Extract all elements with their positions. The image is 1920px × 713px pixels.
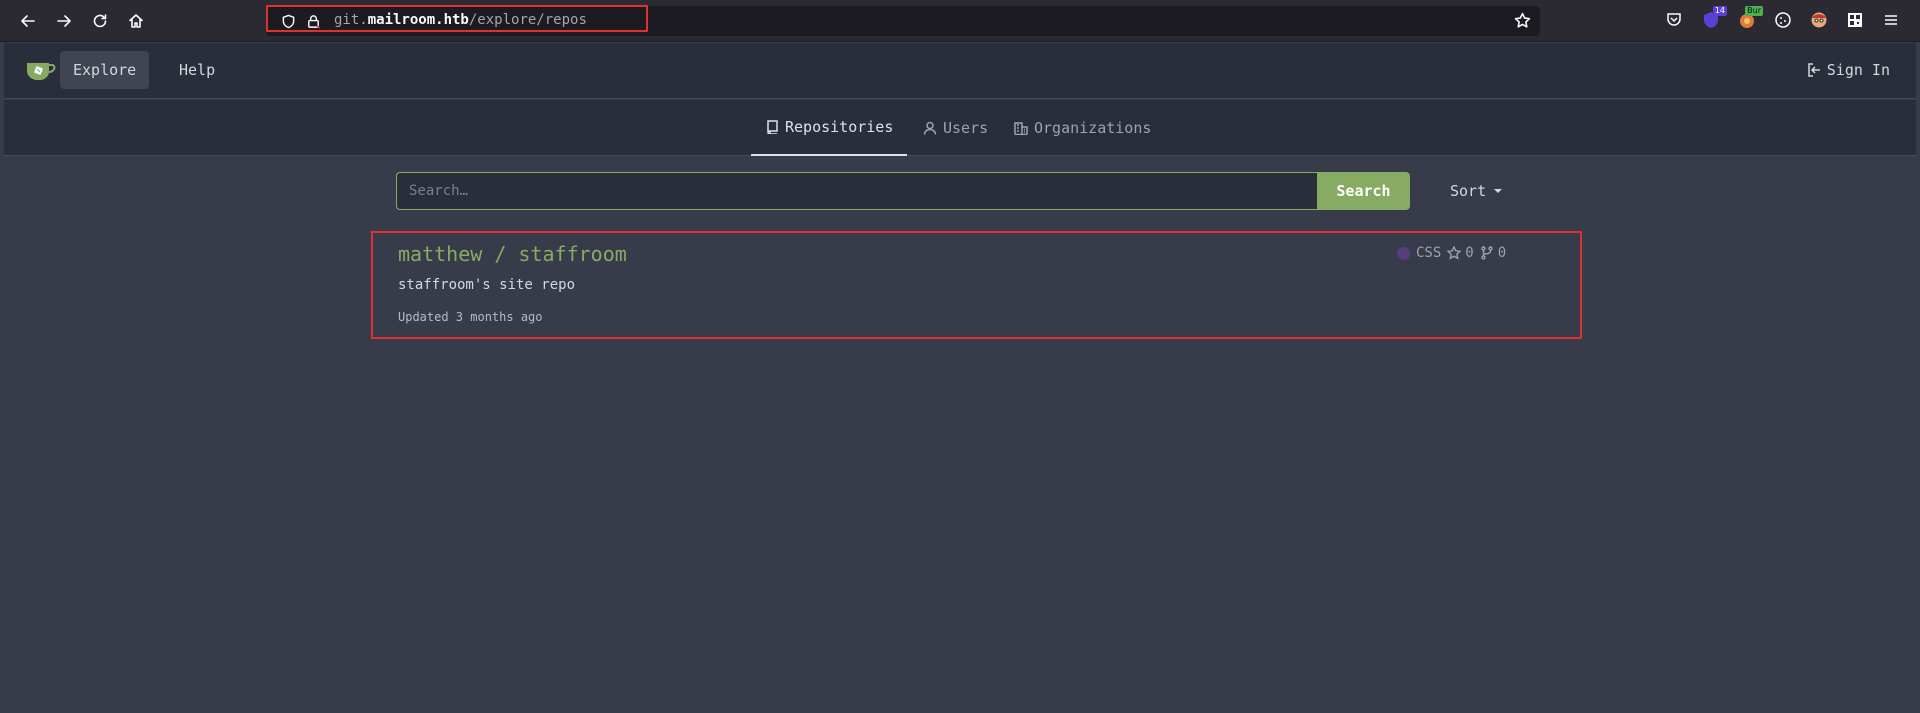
sign-in-icon xyxy=(1808,63,1820,77)
repo-search-form: Search xyxy=(396,172,1410,210)
cookie-icon[interactable] xyxy=(1773,10,1793,30)
explore-tabs: Repositories Users Organizations xyxy=(4,100,1916,156)
url-host: mailroom.htb xyxy=(367,12,469,28)
search-input[interactable] xyxy=(396,172,1317,210)
organization-icon xyxy=(1014,122,1028,135)
shield-icon[interactable] xyxy=(280,13,296,29)
pocket-icon[interactable] xyxy=(1664,10,1684,30)
reload-icon xyxy=(93,14,107,28)
arrow-left-icon xyxy=(21,15,35,27)
sign-in-label: Sign In xyxy=(1826,61,1890,79)
caret-down-icon xyxy=(1494,189,1503,193)
repo-stars[interactable]: 0 xyxy=(1447,245,1474,261)
sign-in-link[interactable]: Sign In xyxy=(1807,51,1890,89)
reload-button[interactable] xyxy=(87,8,113,34)
qr-icon[interactable] xyxy=(1845,10,1865,30)
extension-badge-count: 14 xyxy=(1712,6,1727,16)
browser-toolbar: git.mailroom.htb/explore/repos 14 Bur xyxy=(0,0,1920,42)
repo-star-count: 0 xyxy=(1465,245,1474,261)
gitea-logo-icon[interactable] xyxy=(25,58,57,82)
repo-language: CSS xyxy=(1416,245,1442,261)
star-icon xyxy=(1447,246,1462,260)
repo-forks[interactable]: 0 xyxy=(1480,245,1506,261)
tab-organizations-label: Organizations xyxy=(1034,119,1152,137)
language-color-dot xyxy=(1397,246,1410,260)
repo-updated-time: Updated 3 months ago xyxy=(398,310,543,324)
burp-badge: Bur xyxy=(1745,6,1763,16)
extension-shield-icon[interactable]: 14 xyxy=(1701,6,1727,30)
insecure-lock-icon[interactable] xyxy=(305,13,321,29)
user-icon xyxy=(923,121,937,135)
back-button[interactable] xyxy=(15,8,41,34)
sort-dropdown[interactable]: Sort xyxy=(1450,182,1503,200)
forward-button[interactable] xyxy=(51,8,77,34)
hamburger-menu-icon[interactable] xyxy=(1881,10,1901,30)
url-path: /explore/repos xyxy=(468,12,587,28)
repo-list-item: matthew / staffroom staffroom's site rep… xyxy=(371,231,1582,339)
repo-meta: CSS 0 0 xyxy=(1397,245,1506,261)
burp-icon[interactable]: Bur xyxy=(1737,6,1763,30)
tab-users[interactable]: Users xyxy=(909,100,1002,156)
tab-users-label: Users xyxy=(943,119,989,137)
url-prefix: git. xyxy=(334,12,368,28)
sort-label: Sort xyxy=(1450,182,1487,200)
url-bar[interactable]: git.mailroom.htb/explore/repos xyxy=(266,6,1540,36)
repo-icon xyxy=(767,120,778,134)
tab-repositories[interactable]: Repositories xyxy=(751,100,908,156)
search-button[interactable]: Search xyxy=(1317,172,1410,210)
bookmark-star-icon[interactable] xyxy=(1514,12,1532,30)
repo-description: staffroom's site repo xyxy=(398,277,576,293)
home-button[interactable] xyxy=(123,8,149,34)
fork-icon xyxy=(1481,246,1493,260)
repo-title-link[interactable]: matthew / staffroom xyxy=(398,242,627,266)
nav-help[interactable]: Help xyxy=(166,51,228,89)
face-icon[interactable] xyxy=(1809,10,1829,30)
home-icon xyxy=(129,14,143,28)
url-text[interactable]: git.mailroom.htb/explore/repos xyxy=(334,12,587,28)
arrow-right-icon xyxy=(57,15,71,27)
repo-fork-count: 0 xyxy=(1497,245,1507,261)
site-header: Explore Help Sign In xyxy=(4,43,1916,99)
tab-repositories-label: Repositories xyxy=(785,118,894,136)
nav-explore[interactable]: Explore xyxy=(60,51,150,89)
tab-organizations[interactable]: Organizations xyxy=(1000,100,1165,156)
